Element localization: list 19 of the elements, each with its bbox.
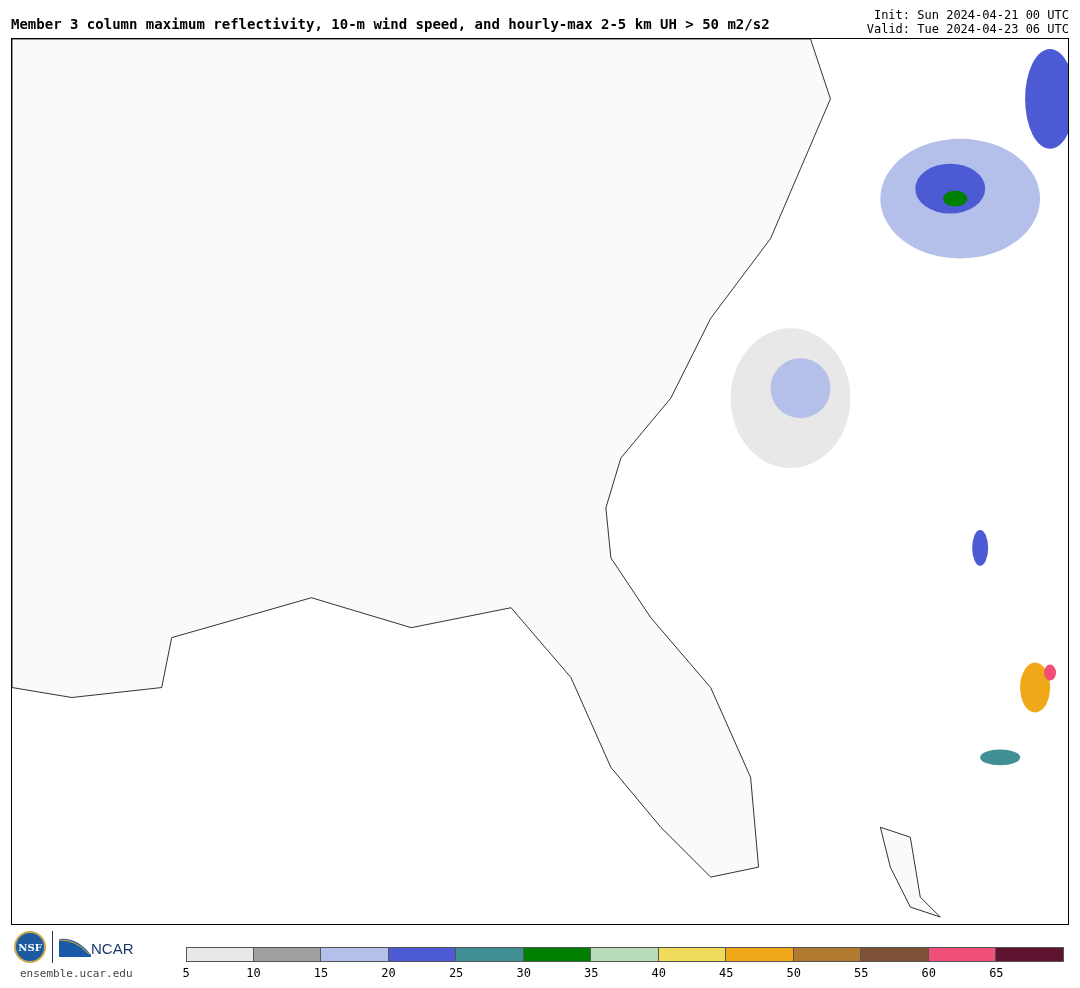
plot-title: Member 3 column maximum reflectivity, 10-m wind speed, and hourly-max 2-5 km UH > 50 m2/s2 — [11, 16, 770, 34]
tick-label: 20 — [381, 966, 396, 980]
tick-label: 30 — [516, 966, 531, 980]
tick-label: 65 — [989, 966, 1004, 980]
nsf-logo: NSF — [14, 931, 46, 963]
tick-label: 15 — [313, 966, 329, 980]
tick-label: 25 — [448, 966, 464, 980]
tick-label: 55 — [854, 966, 869, 980]
valid-time: Valid: Tue 2024-04-23 06 UTC — [866, 22, 1069, 36]
tick-label: 35 — [583, 966, 599, 980]
tick-label: 60 — [921, 966, 937, 980]
tick-label: 10 — [246, 966, 261, 980]
tick-label: 50 — [786, 966, 801, 980]
tick-label: 45 — [719, 966, 734, 980]
website-url: ensemble.ucar.edu — [20, 967, 133, 980]
tick-label: 40 — [651, 966, 666, 980]
init-time: Init: Sun 2024-04-21 00 UTC — [872, 8, 1069, 22]
tick-label: 5 — [182, 966, 190, 980]
ncar-logo: NCAR — [59, 937, 134, 957]
